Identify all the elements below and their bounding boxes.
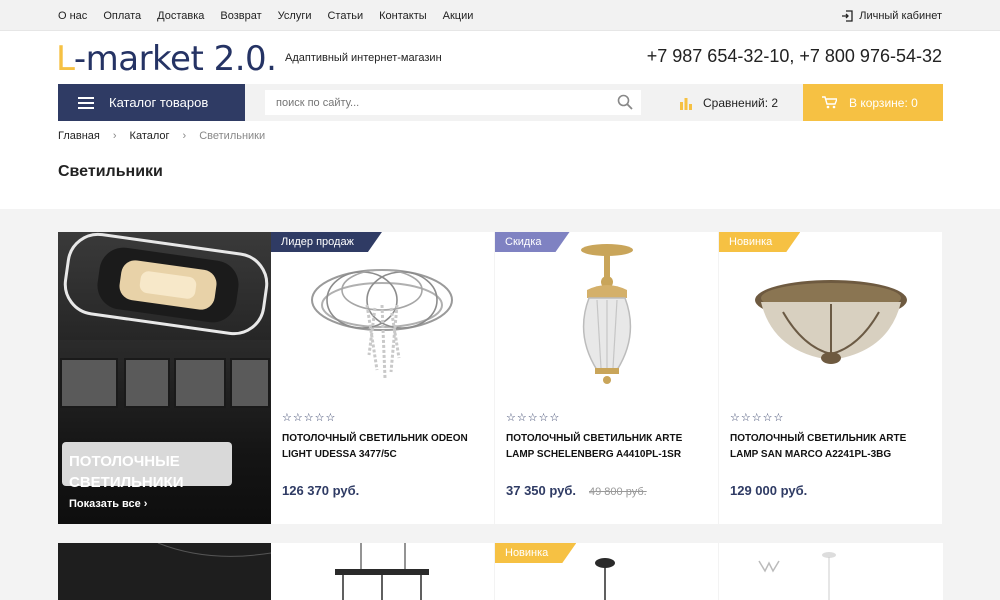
product-name[interactable]: ПОТОЛОЧНЫЙ СВЕТИЛЬНИК ARTE LAMP SAN MARC… xyxy=(730,431,930,463)
product-badge: Лидер продаж xyxy=(271,232,382,252)
top-nav-about[interactable]: О нас xyxy=(58,10,87,22)
product-name[interactable]: ПОТОЛОЧНЫЙ СВЕТИЛЬНИК ODEON LIGHT UDESSA… xyxy=(282,431,482,463)
catalog-button-label: Каталог товаров xyxy=(109,95,209,110)
page-title: Светильники xyxy=(58,163,163,180)
wall-picture xyxy=(230,358,270,408)
catalog-button[interactable]: Каталог товаров xyxy=(58,84,245,121)
product-price: 37 350 руб. xyxy=(506,483,577,498)
category-banner[interactable] xyxy=(58,542,272,600)
account-link[interactable]: Личный кабинет xyxy=(841,0,942,31)
top-nav-delivery[interactable]: Доставка xyxy=(157,10,204,22)
product-old-price: 49 800 руб. xyxy=(589,486,647,498)
star-icon: ☆☆☆☆☆ xyxy=(282,412,337,424)
rating-stars: ☆☆☆☆☆ xyxy=(730,411,784,424)
top-nav-articles[interactable]: Статьи xyxy=(327,10,363,22)
product-card[interactable]: Скидка ☆☆☆☆☆ ПОТОЛОЧНЫЙ СВЕТИЛЬНИК ARTE … xyxy=(495,232,718,524)
banner-title: ПОТОЛОЧНЫЕ СВЕТИЛЬНИКИ xyxy=(69,451,183,493)
search-icon[interactable] xyxy=(617,94,633,110)
search-bar: Сравнений: 2 xyxy=(245,84,803,121)
site-logo[interactable]: L-market 2.0. xyxy=(56,39,277,79)
star-icon: ☆☆☆☆☆ xyxy=(506,412,561,424)
product-card[interactable]: Новинка ☆☆☆☆☆ ПОТОЛОЧНЫЙ СВЕТИЛЬНИК ARTE… xyxy=(719,232,942,524)
product-price: 126 370 руб. xyxy=(282,483,360,498)
logo-letter: L xyxy=(56,39,74,79)
product-card[interactable] xyxy=(271,543,494,600)
compare-label: Сравнений: 2 xyxy=(703,95,779,110)
cart-button[interactable]: В корзине: 0 xyxy=(803,84,943,121)
product-image xyxy=(755,280,907,364)
cart-label: В корзине: 0 xyxy=(849,95,918,110)
top-nav-return[interactable]: Возврат xyxy=(220,10,261,22)
cart-icon xyxy=(822,96,837,109)
site-tagline: Адаптивный интернет-магазин xyxy=(285,52,442,64)
breadcrumb-current: Светильники xyxy=(199,130,266,142)
top-nav-promo[interactable]: Акции xyxy=(443,10,474,22)
phone-numbers[interactable]: +7 987 654-32-10, +7 800 976-54-32 xyxy=(647,46,942,67)
wall-picture xyxy=(174,358,226,408)
rating-stars: ☆☆☆☆☆ xyxy=(282,411,336,424)
breadcrumb-catalog[interactable]: Каталог xyxy=(130,130,170,142)
login-icon xyxy=(842,9,853,22)
product-badge: Новинка xyxy=(719,232,800,252)
banner-title-line: СВЕТИЛЬНИКИ xyxy=(69,474,184,491)
top-bar: О нас Оплата Доставка Возврат Услуги Ста… xyxy=(0,0,1000,31)
top-nav-payment[interactable]: Оплата xyxy=(103,10,141,22)
breadcrumb-home[interactable]: Главная xyxy=(58,130,100,142)
menu-icon xyxy=(78,96,94,109)
product-name[interactable]: ПОТОЛОЧНЫЙ СВЕТИЛЬНИК ARTE LAMP SCHELENB… xyxy=(506,431,706,463)
wall-picture xyxy=(60,358,118,408)
chart-bars-icon xyxy=(680,97,692,110)
chevron-right-icon: › xyxy=(182,130,187,142)
header: L-market 2.0. Адаптивный интернет-магази… xyxy=(0,31,1000,209)
product-badge: Новинка xyxy=(495,543,576,563)
compare-link[interactable]: Сравнений: 2 xyxy=(679,84,778,121)
banner-ceiling-image xyxy=(58,232,271,340)
search-input[interactable] xyxy=(265,90,641,115)
pendant-lamp-image xyxy=(157,542,272,557)
product-price: 129 000 руб. xyxy=(730,483,808,498)
product-image xyxy=(335,543,429,600)
star-icon: ☆☆☆☆☆ xyxy=(730,412,785,424)
top-nav-contacts[interactable]: Контакты xyxy=(379,10,427,22)
rating-stars: ☆☆☆☆☆ xyxy=(506,411,560,424)
product-card[interactable]: Лидер продаж ☆☆☆☆☆ ПОТОЛОЧНЫЙ СВЕТИЛЬНИК… xyxy=(271,232,494,524)
category-banner[interactable]: ПОТОЛОЧНЫЕ СВЕТИЛЬНИКИ Показать все › xyxy=(58,232,271,524)
ceiling-lamp-image xyxy=(63,232,269,336)
breadcrumb: Главная › Каталог › Светильники xyxy=(58,130,265,142)
top-nav: О нас Оплата Доставка Возврат Услуги Ста… xyxy=(58,0,489,31)
show-all-link[interactable]: Показать все › xyxy=(69,498,147,510)
account-label: Личный кабинет xyxy=(859,9,942,22)
product-image xyxy=(311,269,453,379)
banner-title-line: ПОТОЛОЧНЫЕ xyxy=(69,453,180,470)
chevron-right-icon: › xyxy=(112,130,117,142)
product-image xyxy=(758,552,836,600)
product-card[interactable]: Новинка xyxy=(495,543,718,600)
product-image xyxy=(581,244,633,384)
wall-picture xyxy=(124,358,170,408)
logo-text: -market 2.0. xyxy=(73,39,277,79)
product-card[interactable] xyxy=(719,543,943,600)
top-nav-services[interactable]: Услуги xyxy=(278,10,312,22)
